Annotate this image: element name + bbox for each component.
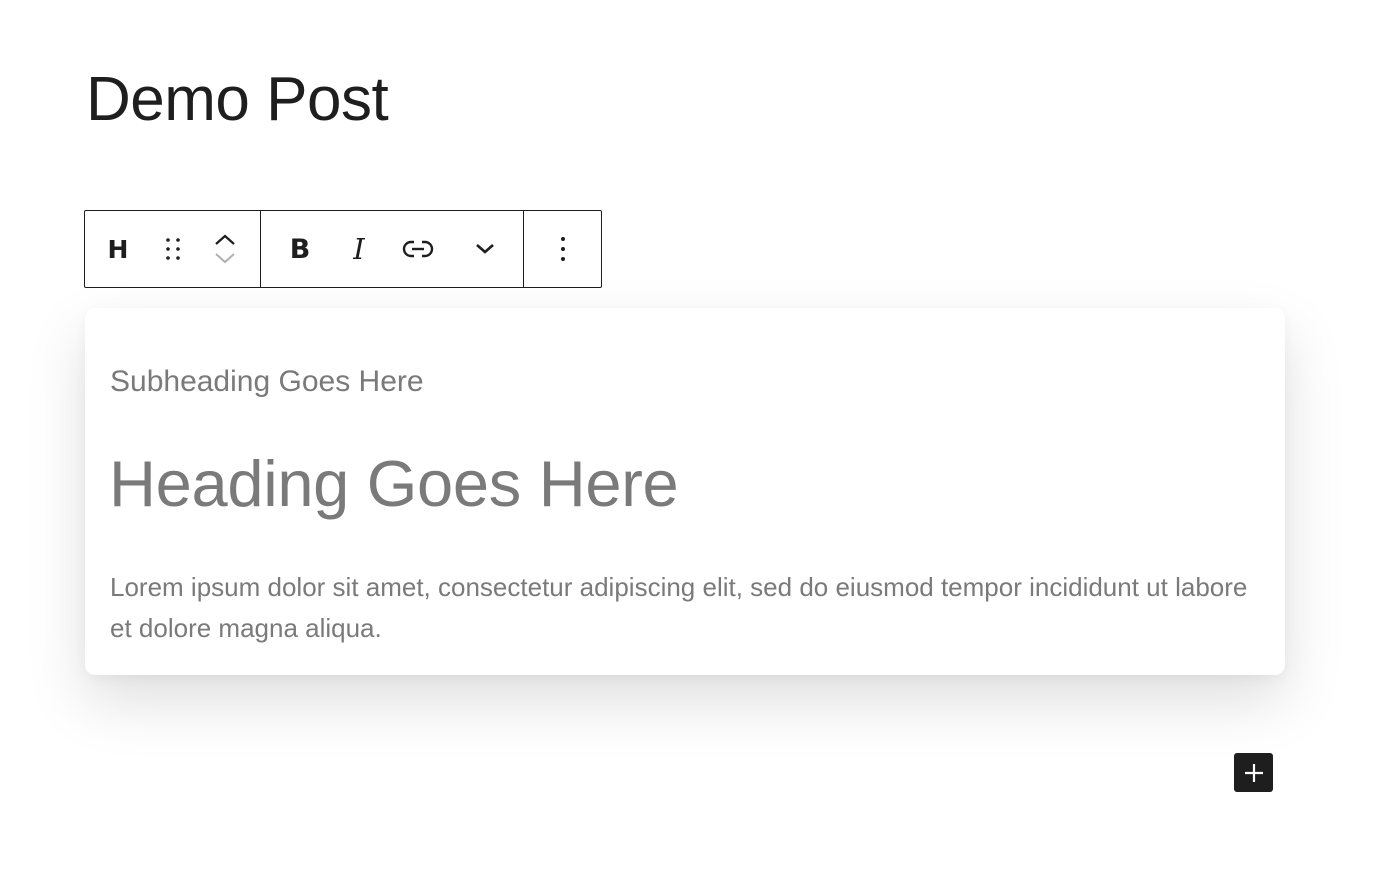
heading-block[interactable]: Heading Goes Here bbox=[109, 446, 679, 522]
toolbar-group-block: H bbox=[85, 211, 260, 287]
add-block-button[interactable] bbox=[1234, 753, 1273, 792]
drag-handle-button[interactable] bbox=[151, 211, 195, 287]
link-icon bbox=[402, 240, 434, 258]
content-card: Subheading Goes Here Heading Goes Here L… bbox=[85, 308, 1285, 675]
block-movers bbox=[195, 211, 255, 287]
italic-button[interactable]: I bbox=[339, 211, 379, 287]
options-button[interactable] bbox=[524, 211, 601, 287]
bold-icon: B bbox=[289, 233, 311, 265]
toolbar-group-formatting: B I bbox=[260, 211, 523, 287]
italic-icon: I bbox=[353, 232, 365, 266]
more-vertical-icon bbox=[560, 237, 565, 261]
plus-icon bbox=[1244, 763, 1263, 782]
heading-block-icon: H bbox=[107, 234, 129, 264]
toolbar-group-options bbox=[523, 211, 601, 287]
drag-handle-icon bbox=[166, 238, 180, 260]
block-toolbar: H B I bbox=[84, 210, 602, 288]
block-type-button[interactable]: H bbox=[85, 211, 151, 287]
move-up-button[interactable] bbox=[214, 233, 236, 247]
more-rich-text-button[interactable] bbox=[457, 211, 513, 287]
paragraph-block[interactable]: Lorem ipsum dolor sit amet, consectetur … bbox=[110, 567, 1260, 649]
move-down-button[interactable] bbox=[214, 251, 236, 265]
bold-button[interactable]: B bbox=[261, 211, 339, 287]
chevron-up-icon bbox=[215, 234, 235, 245]
chevron-down-icon bbox=[215, 253, 235, 264]
chevron-down-icon bbox=[476, 244, 494, 254]
post-title[interactable]: Demo Post bbox=[86, 62, 389, 138]
subheading-block[interactable]: Subheading Goes Here bbox=[110, 364, 424, 400]
link-button[interactable] bbox=[379, 211, 457, 287]
editor-canvas: Demo Post H B I Subheading Goes Here Hea… bbox=[0, 0, 1400, 887]
